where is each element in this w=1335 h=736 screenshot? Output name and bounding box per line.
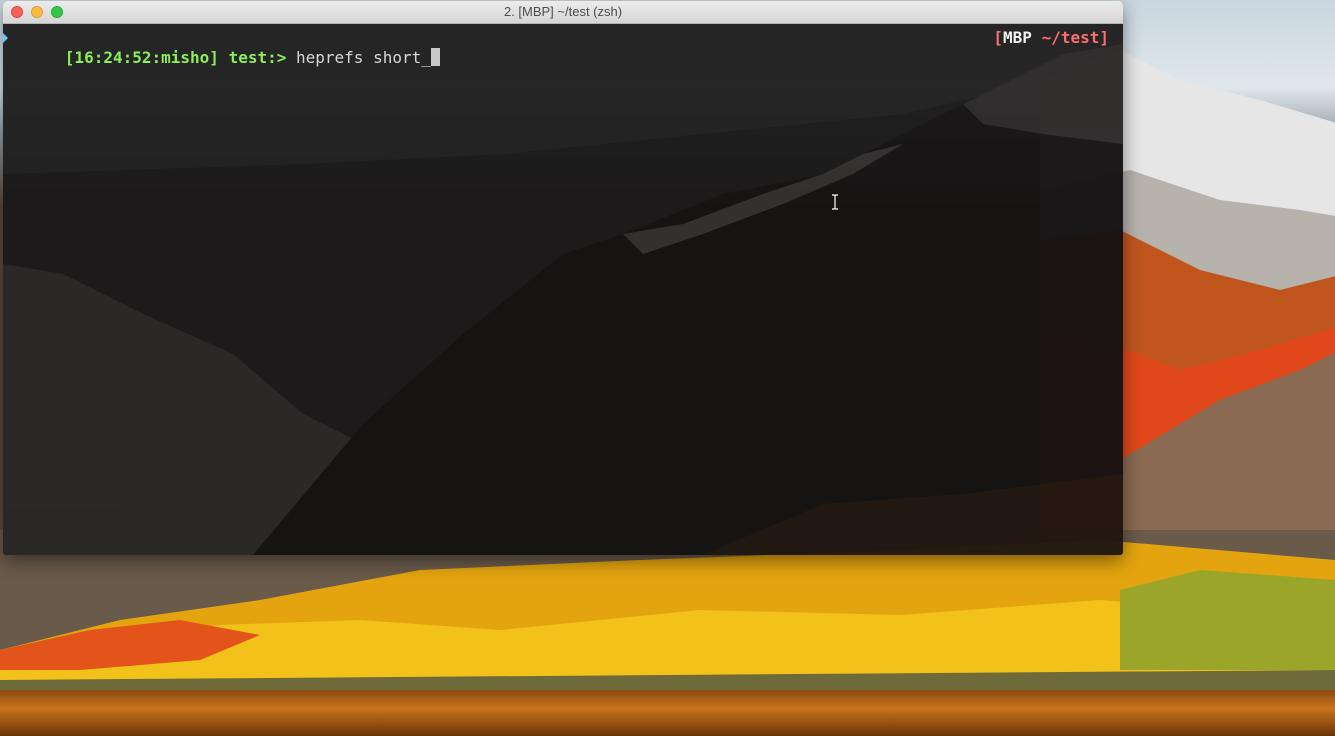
command-input[interactable]: heprefs short_ <box>296 48 431 67</box>
prompt-directory: test:> <box>228 48 287 67</box>
text-cursor <box>430 48 440 66</box>
prompt-line[interactable]: [16:24:52:misho] test:> heprefs short_ <box>3 28 440 88</box>
wallpaper-lake <box>0 690 1335 736</box>
right-prompt: [MBP ~/test] <box>993 28 1109 48</box>
prompt-marker-icon <box>3 33 8 43</box>
terminal-background-image <box>3 24 1123 555</box>
terminal-window[interactable]: 2. [MBP] ~/test (zsh) [16:24:52:misho] t… <box>3 1 1123 555</box>
right-prompt-close-bracket: ] <box>1099 28 1109 47</box>
right-prompt-host: MBP <box>1003 28 1032 47</box>
title-bar[interactable]: 2. [MBP] ~/test (zsh) <box>3 1 1123 24</box>
wallpaper-foliage <box>0 530 1335 710</box>
window-title: 2. [MBP] ~/test (zsh) <box>503 4 623 19</box>
ibeam-cursor-icon <box>832 194 838 210</box>
right-prompt-path: ~/test <box>1041 28 1100 47</box>
terminal-body[interactable]: [16:24:52:misho] test:> heprefs short_ [… <box>3 24 1123 555</box>
prompt-time-user: [16:24:52:misho] <box>64 48 219 67</box>
right-prompt-open-bracket: [ <box>993 28 1004 47</box>
